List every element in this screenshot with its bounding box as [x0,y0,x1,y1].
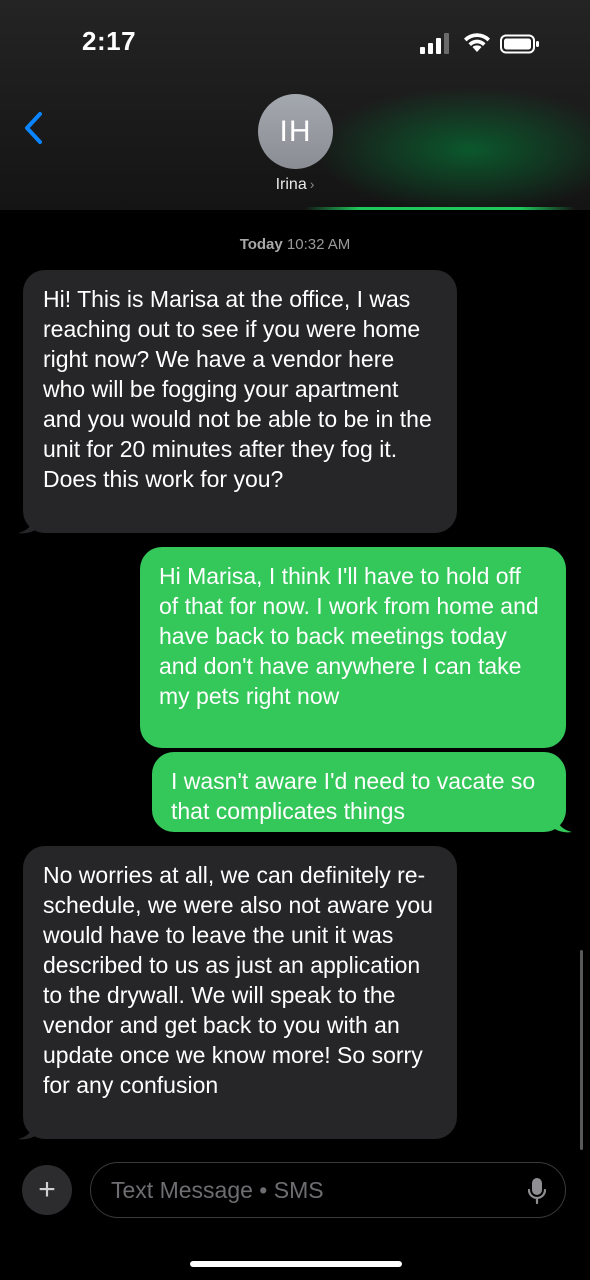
conversation-timestamp: Today 10:32 AM [0,236,590,253]
add-attachment-button[interactable]: + [22,1165,72,1215]
home-indicator[interactable] [190,1261,402,1267]
chevron-right-icon: › [309,176,315,192]
battery-icon [500,34,539,54]
message-text: Hi Marisa, I think I'll have to hold off… [159,563,539,709]
message-text: No worries at all, we can definitely re-… [43,862,433,1098]
cellular-signal-icon [420,32,454,54]
outgoing-message-bubble[interactable]: I wasn't aware I'd need to vacate so tha… [152,752,566,832]
microphone-icon[interactable] [527,1177,547,1205]
incoming-message-bubble[interactable]: Hi! This is Marisa at the office, I was … [23,270,457,533]
chevron-left-icon[interactable] [20,108,48,148]
header-accent-line [305,207,575,210]
message-text: Hi! This is Marisa at the office, I was … [43,286,432,492]
timestamp-day: Today [239,236,283,253]
contact-avatar[interactable]: IH [258,94,333,169]
message-input-placeholder: Text Message • SMS [111,1177,324,1203]
contact-name: Irina [275,176,307,193]
incoming-bubble-tail [18,1119,38,1140]
message-input[interactable]: Text Message • SMS [90,1162,566,1218]
incoming-message-bubble[interactable]: No worries at all, we can definitely re-… [23,846,457,1139]
contact-name-button[interactable]: Irina › [0,176,590,194]
wifi-icon [464,33,490,52]
outgoing-message-bubble[interactable]: Hi Marisa, I think I'll have to hold off… [140,547,566,748]
conversation-header: 2:17 IH Irina › [0,0,590,210]
plus-icon: + [38,1173,56,1206]
status-bar-time: 2:17 [82,26,137,56]
timestamp-time: 10:32 AM [286,236,351,253]
scrollbar[interactable] [580,950,583,1150]
incoming-bubble-tail [18,513,38,534]
message-text: I wasn't aware I'd need to vacate so tha… [171,768,536,824]
outgoing-bubble-tail [552,812,572,833]
